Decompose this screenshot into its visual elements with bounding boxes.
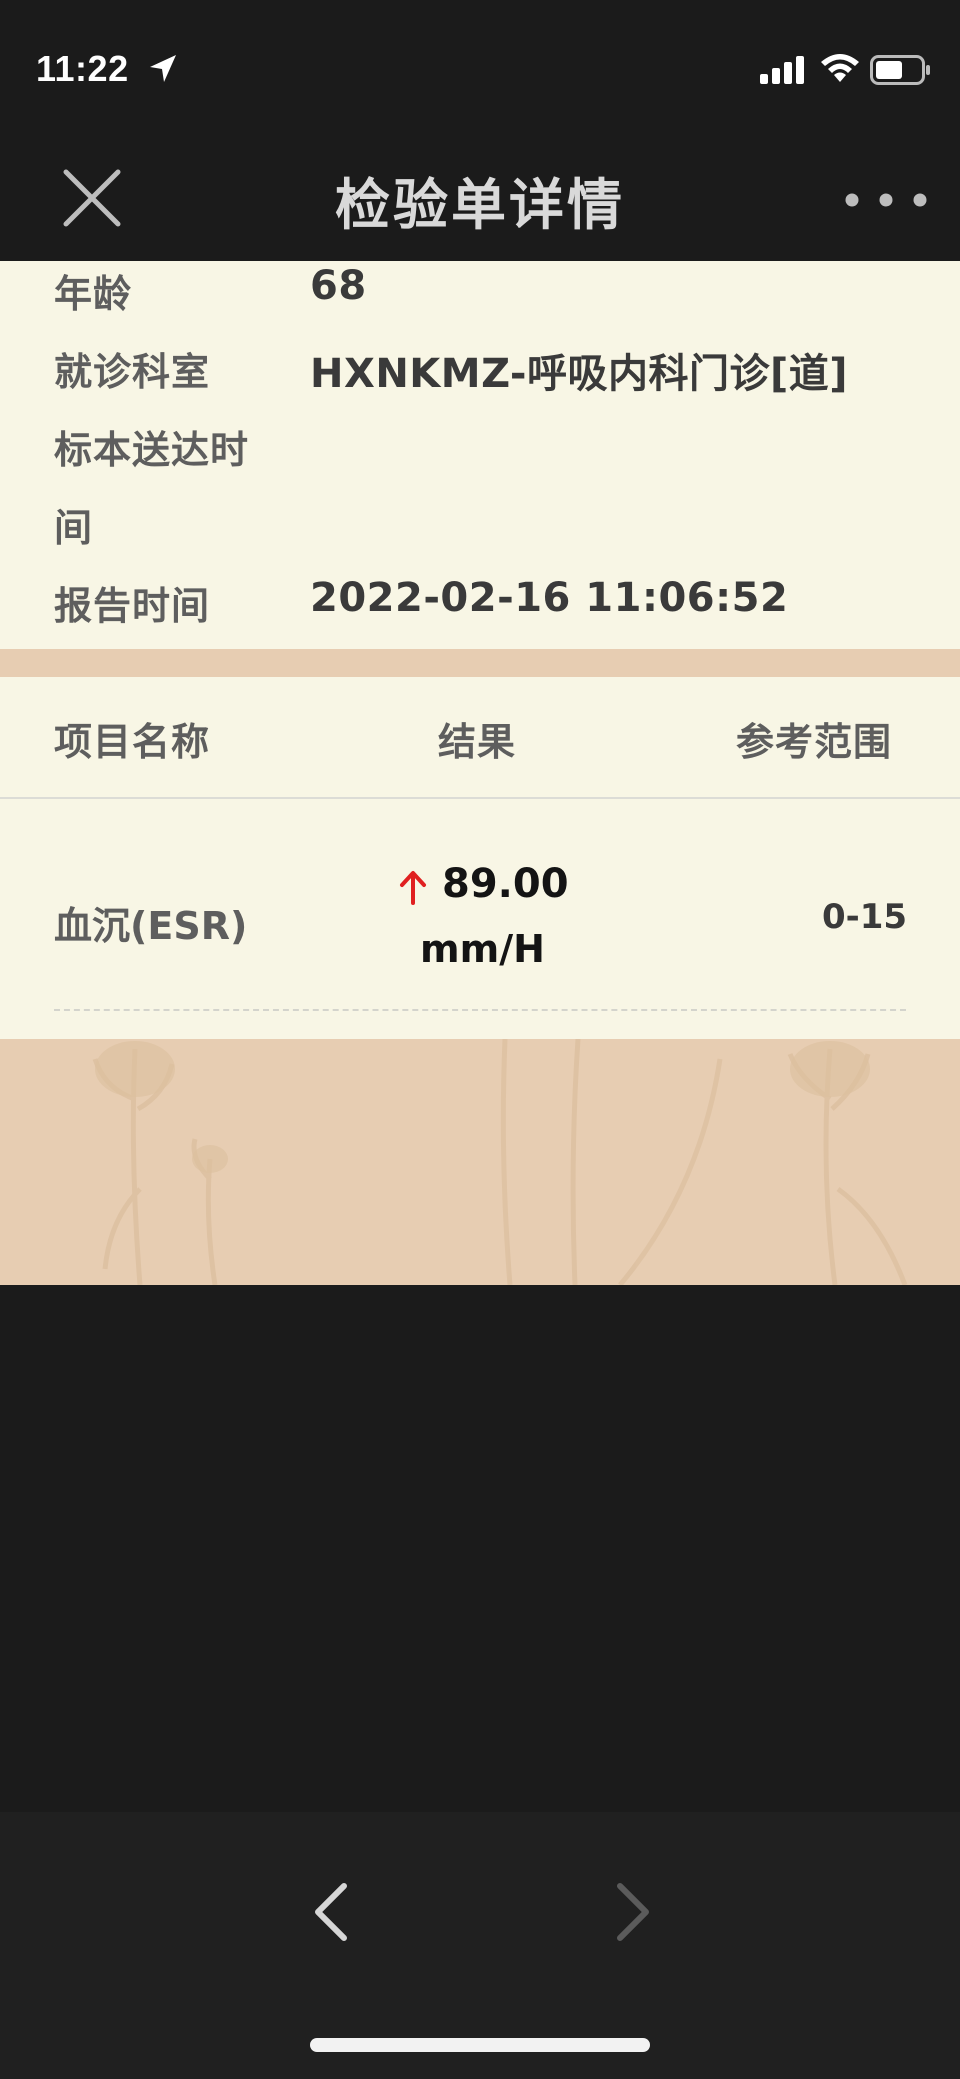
section-divider <box>0 649 960 677</box>
header-reference-range: 参考范围 <box>736 720 893 764</box>
result-unit: mm/H <box>420 927 545 971</box>
status-time: 11:22 <box>36 48 129 89</box>
floral-pattern-icon <box>92 1039 908 1285</box>
chevron-right-icon <box>617 1883 649 1941</box>
chevron-left-icon[interactable] <box>300 1872 360 1952</box>
age-label: 年龄 <box>54 272 133 316</box>
more-dots-icon[interactable] <box>834 180 938 220</box>
item-name: 血沉(ESR) <box>54 904 248 948</box>
report-time-label: 报告时间 <box>54 584 211 628</box>
specimen-arrival-label: 标本送达时 <box>54 428 250 472</box>
page-title: 检验单详情 <box>334 173 625 237</box>
result-value: 89.00 <box>442 861 569 907</box>
bottom-toolbar <box>0 1812 960 2079</box>
age-value: 68 <box>310 263 367 309</box>
reference-range: 0-15 <box>822 897 908 937</box>
department-value: HXNKMZ-呼吸内科门诊[道] <box>310 351 849 397</box>
cellular-signal-icon <box>760 56 804 84</box>
location-arrow-icon <box>150 55 176 82</box>
nav-bar: 检验单详情 <box>0 140 960 260</box>
row-divider <box>54 1009 906 1011</box>
home-indicator[interactable] <box>310 2038 650 2052</box>
battery-icon <box>870 55 930 85</box>
header-result: 结果 <box>438 720 517 764</box>
results-table: 项目名称 结果 参考范围 血沉(ESR) 89.00 mm/H 0-15 <box>0 677 960 1039</box>
department-label: 就诊科室 <box>54 350 211 394</box>
header-item-name: 项目名称 <box>54 720 211 764</box>
wifi-icon <box>821 54 859 82</box>
report-time-value: 2022-02-16 11:06:52 <box>310 575 789 621</box>
decorative-background <box>0 1039 960 1285</box>
header-divider <box>0 797 960 799</box>
status-bar: 11:22 <box>0 0 960 140</box>
patient-info-panel: 年龄 68 就诊科室 HXNKMZ-呼吸内科门诊[道] 标本送达时 间 报告时间… <box>0 261 960 649</box>
specimen-arrival-label-cont: 间 <box>54 506 94 550</box>
up-arrow-icon <box>400 871 426 905</box>
